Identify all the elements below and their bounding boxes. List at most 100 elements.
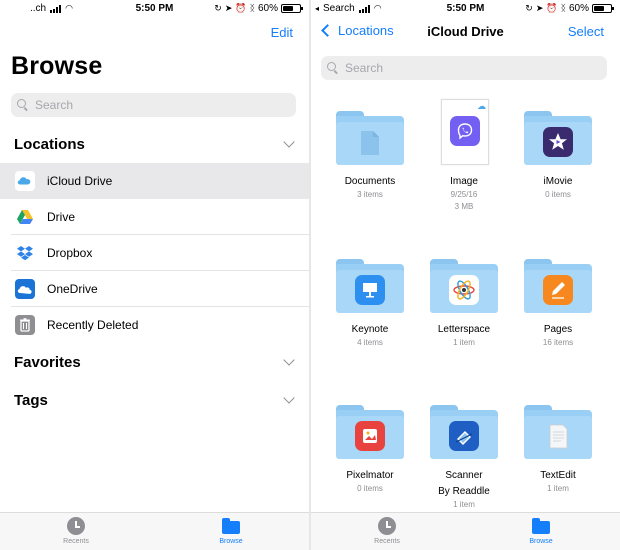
tab-browse[interactable]: Browse <box>511 517 571 545</box>
location-label: Recently Deleted <box>47 318 139 332</box>
item-name: Scanner <box>445 470 483 481</box>
location-item-dropbox[interactable]: Dropbox <box>0 235 309 271</box>
item-name: Pixelmator <box>346 470 394 481</box>
file-item-scanner[interactable]: Scanner By Readdle 1 item <box>416 405 512 511</box>
item-name: TextEdit <box>540 470 576 481</box>
battery-icon <box>281 4 303 13</box>
letterspace-icon <box>449 275 479 305</box>
item-meta: 1 item <box>453 338 475 347</box>
alarm-icon: ⏰ <box>235 3 247 13</box>
section-title-locations: Locations <box>14 135 85 153</box>
browse-pane: ..ch ◠ 5:50 PM ↻ ➤ ⏰ ᛝ 60% Edit Browse S… <box>0 0 309 550</box>
tab-recents[interactable]: Recents <box>357 517 417 545</box>
item-name: Image <box>450 176 478 187</box>
status-bar: ..ch ◠ 5:50 PM ↻ ➤ ⏰ ᛝ 60% <box>0 0 309 18</box>
file-item-letterspace[interactable]: Letterspace 1 item <box>416 259 512 349</box>
item-name: iMovie <box>543 176 573 187</box>
location-label: Dropbox <box>47 246 93 260</box>
item-meta: 0 items <box>357 484 383 493</box>
chevron-down-icon <box>283 392 295 404</box>
pages-icon <box>543 275 573 305</box>
tab-label: Browse <box>219 538 243 545</box>
section-title-favorites: Favorites <box>14 353 81 371</box>
search-placeholder: Search <box>35 98 74 112</box>
location-label: Drive <box>47 210 76 224</box>
item-name-line2: By Readdle <box>438 486 490 497</box>
location-label: iCloud Drive <box>47 174 113 188</box>
folder-icon <box>222 517 240 535</box>
battery-percent: 60% <box>257 3 278 14</box>
imovie-icon <box>543 127 573 157</box>
item-name: Keynote <box>351 324 389 335</box>
bluetooth-icon: ᛝ <box>249 3 255 13</box>
alarm-icon: ⏰ <box>546 3 558 13</box>
textedit-icon <box>543 421 573 451</box>
edit-button[interactable]: Edit <box>271 25 293 40</box>
tab-recents[interactable]: Recents <box>46 517 106 545</box>
item-meta: 16 items <box>542 338 574 347</box>
item-meta: 0 items <box>545 190 571 199</box>
location-label: OneDrive <box>47 282 98 296</box>
bluetooth-icon: ᛝ <box>560 3 566 13</box>
clock-icon <box>378 517 396 535</box>
item-meta: 1 item <box>453 500 475 509</box>
tab-label: Recents <box>374 538 400 545</box>
chevron-down-icon <box>283 136 295 148</box>
tags-header[interactable]: Tags <box>14 389 297 411</box>
location-item-icloud-drive[interactable]: iCloud Drive <box>0 163 309 199</box>
status-bar: ◂ Search ◠ 5:50 PM ↻ ➤ ⏰ ᛝ 60% <box>311 0 620 18</box>
search-input[interactable]: Search <box>11 93 296 117</box>
search-icon <box>327 62 339 74</box>
file-item-keynote[interactable]: Keynote 4 items <box>322 259 418 349</box>
item-meta: 4 items <box>357 338 383 347</box>
location-icon: ➤ <box>224 3 233 13</box>
file-item-pages[interactable]: Pages 16 items <box>510 259 606 349</box>
file-item-imovie[interactable]: iMovie 0 items <box>510 111 606 201</box>
location-item-recently-deleted[interactable]: Recently Deleted <box>0 307 309 343</box>
trash-icon <box>15 315 35 335</box>
location-item-onedrive[interactable]: OneDrive <box>0 271 309 307</box>
onedrive-icon <box>15 279 35 299</box>
scanner-icon <box>449 421 479 451</box>
chevron-down-icon <box>283 354 295 366</box>
folder-icon <box>532 517 550 535</box>
select-button[interactable]: Select <box>568 24 604 39</box>
tab-label: Recents <box>63 538 89 545</box>
item-meta: 1 item <box>547 484 569 493</box>
cloud-download-icon[interactable]: ☁ <box>477 102 486 111</box>
tab-browse[interactable]: Browse <box>201 517 261 545</box>
tab-label: Browse <box>529 538 553 545</box>
file-item-pixelmator[interactable]: Pixelmator 0 items <box>322 405 418 495</box>
favorites-header[interactable]: Favorites <box>14 351 297 373</box>
section-title-tags: Tags <box>14 391 48 409</box>
battery-percent: 60% <box>568 3 589 14</box>
viber-icon <box>450 116 480 146</box>
document-icon <box>361 131 379 155</box>
file-item-image[interactable]: ☁ Image 9/25/16 3 MB <box>416 99 512 213</box>
locations-header[interactable]: Locations <box>14 133 297 155</box>
file-item-documents[interactable]: Documents 3 items <box>322 111 418 201</box>
location-item-drive[interactable]: Drive <box>0 199 309 235</box>
google-drive-icon <box>15 207 35 227</box>
battery-icon <box>592 4 614 13</box>
tab-bar: Recents Browse <box>0 512 309 550</box>
item-name: Documents <box>344 176 396 187</box>
icloud-icon <box>15 171 35 191</box>
image-file-thumbnail: ☁ <box>441 99 489 165</box>
search-placeholder: Search <box>345 61 384 75</box>
keynote-icon <box>355 275 385 305</box>
file-item-textedit[interactable]: TextEdit 1 item <box>510 405 606 495</box>
tab-bar: Recents Browse <box>311 512 620 550</box>
lock-rotation-icon: ↻ <box>214 3 222 13</box>
pixelmator-icon <box>355 421 385 451</box>
page-title: Browse <box>11 52 103 80</box>
item-size: 3 MB <box>454 202 474 211</box>
search-icon <box>17 99 29 111</box>
item-name: Pages <box>543 324 573 335</box>
icloud-drive-pane: ◂ Search ◠ 5:50 PM ↻ ➤ ⏰ ᛝ 60% Locations… <box>311 0 620 550</box>
lock-rotation-icon: ↻ <box>525 3 533 13</box>
search-input[interactable]: Search <box>321 56 607 80</box>
dropbox-icon <box>15 243 35 263</box>
item-date: 9/25/16 <box>450 190 478 199</box>
item-meta: 3 items <box>357 190 383 199</box>
